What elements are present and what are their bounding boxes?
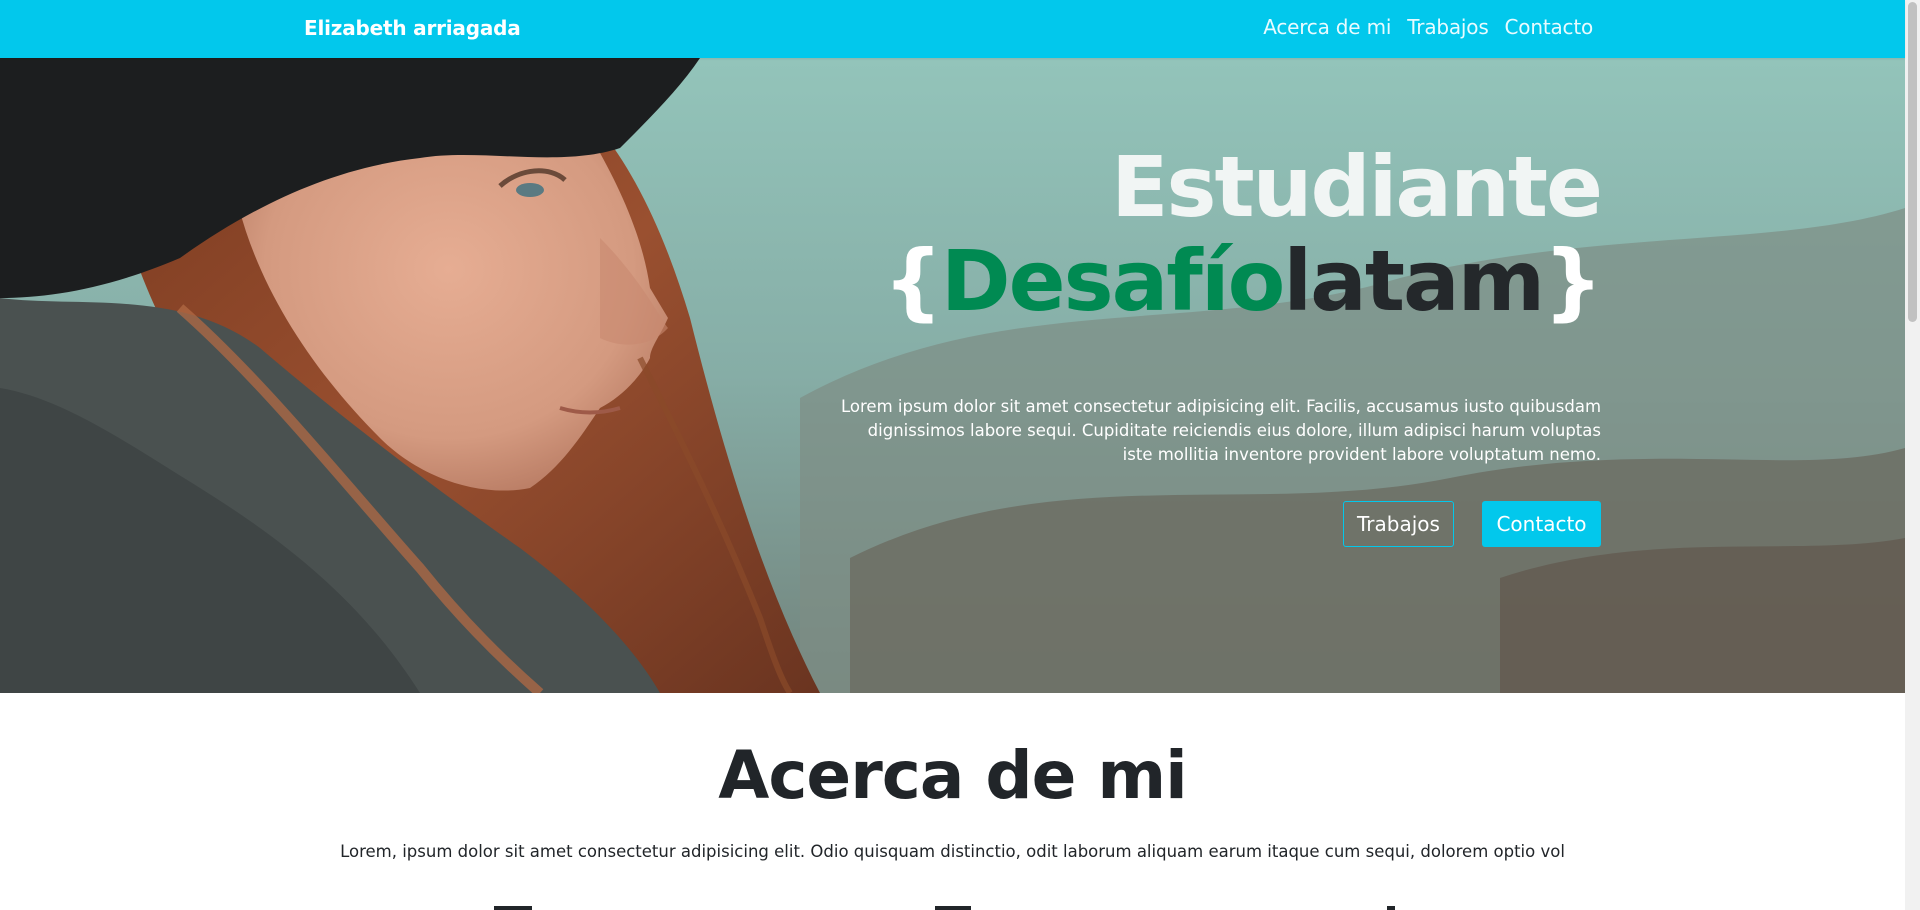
hero-heading-group: Estudiante {Desafíolatam} — [701, 138, 1603, 330]
card-icon-left-partial — [494, 906, 532, 910]
about-section-text: Lorem, ipsum dolor sit amet consectetur … — [340, 842, 1565, 861]
navbar: Elizabeth arriagada Acerca de mi Trabajo… — [0, 0, 1905, 58]
nav-link-contact[interactable]: Contacto — [1505, 15, 1594, 39]
hero-subtitle: {Desafíolatam} — [701, 232, 1603, 330]
card-icon-center-partial — [935, 906, 971, 910]
page-scrollbar[interactable] — [1905, 0, 1920, 910]
card-icon-right-partial — [1387, 906, 1395, 910]
nav-link-about[interactable]: Acerca de mi — [1263, 15, 1391, 39]
hero-description: Lorem ipsum dolor sit amet consectetur a… — [841, 396, 1602, 464]
works-button[interactable]: Trabajos — [1343, 501, 1454, 547]
scrollbar-thumb[interactable] — [1908, 2, 1917, 322]
nav-links: Acerca de mi Trabajos Contacto — [1263, 15, 1593, 39]
hero-subtitle-rest: latam — [1283, 232, 1545, 330]
hero-title: Estudiante — [1111, 138, 1603, 236]
about-section-title: Acerca de mi — [718, 737, 1188, 814]
hero-subtitle-highlight: Desafío — [940, 232, 1285, 330]
brand-link[interactable]: Elizabeth arriagada — [304, 16, 521, 40]
hero-subtitle-close-brace: } — [1543, 232, 1603, 330]
hero-section: Estudiante {Desafíolatam} Lorem ipsum do… — [0, 58, 1905, 693]
hero-subtitle-open-brace: { — [883, 232, 943, 330]
contact-button[interactable]: Contacto — [1482, 501, 1601, 547]
nav-link-works[interactable]: Trabajos — [1407, 15, 1489, 39]
